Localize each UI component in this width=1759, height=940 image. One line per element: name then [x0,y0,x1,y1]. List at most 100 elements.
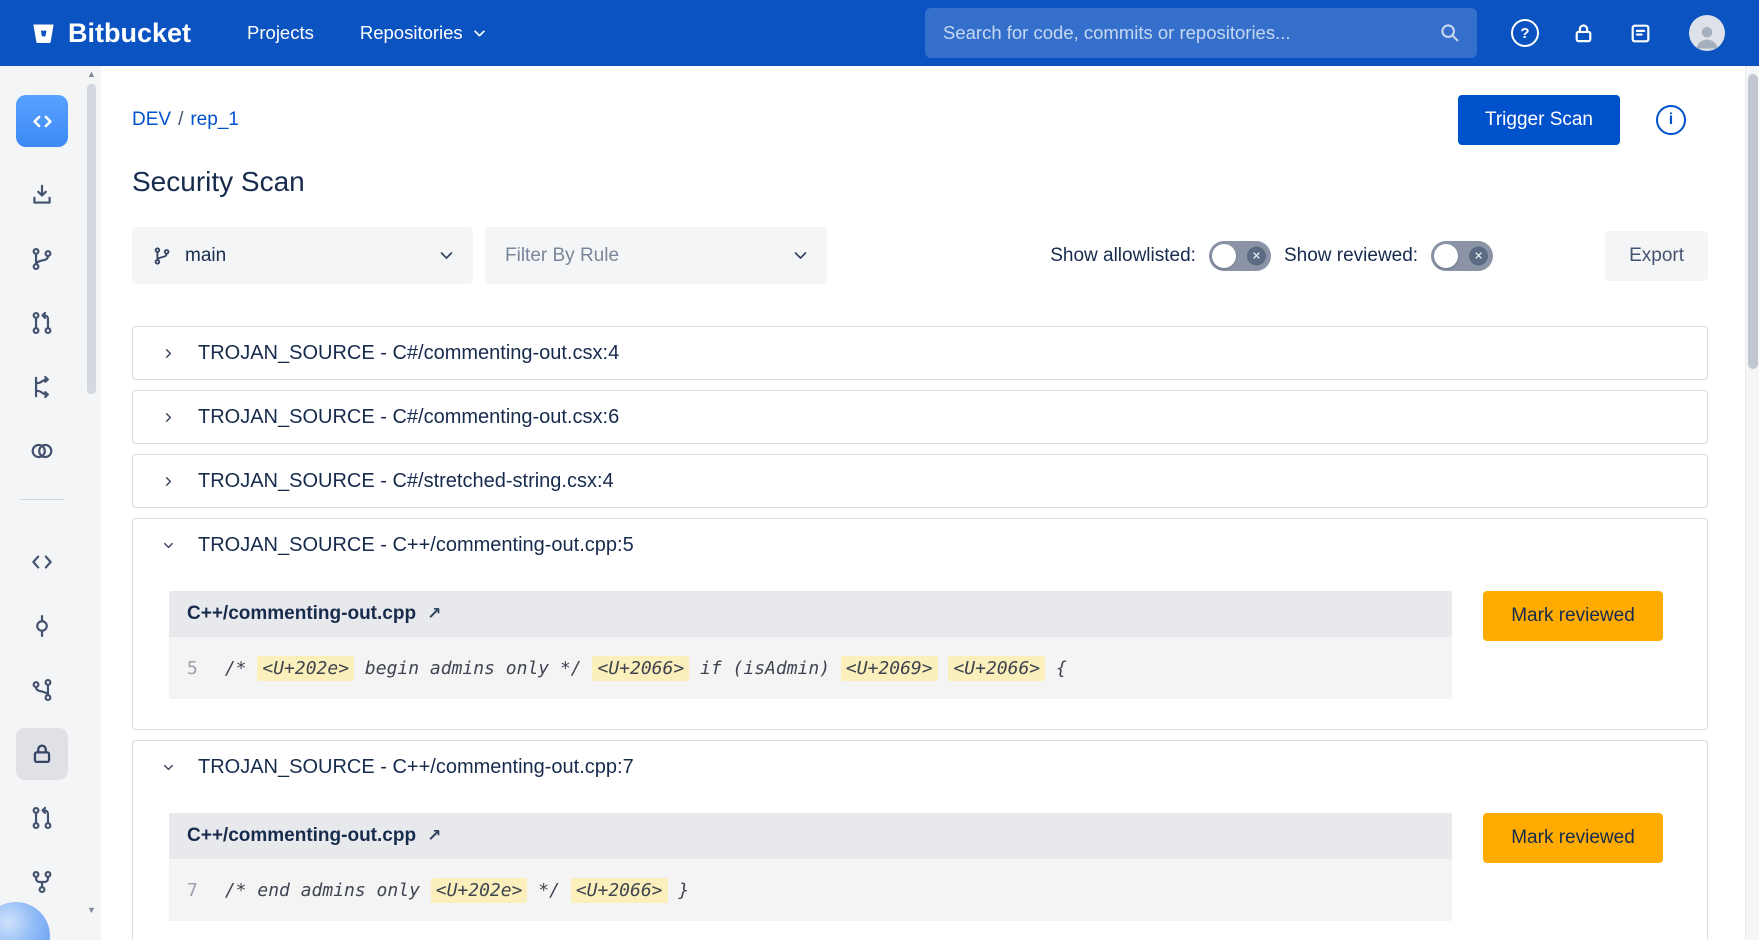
finding-toggle[interactable]: TROJAN_SOURCE - C++/commenting-out.cpp:7 [133,741,1707,793]
toggle-group: Show allowlisted: ✕ Show reviewed: ✕ [1050,241,1506,271]
line-number: 5 [187,658,198,679]
compare-icon [29,438,55,464]
code-snippet-header: C++/commenting-out.cpp ↗ [169,813,1452,859]
scroll-down-arrow[interactable]: ▼ [85,904,98,916]
pull-request-icon [29,805,55,831]
toggle-off-icon: ✕ [1469,246,1488,265]
finding-title: TROJAN_SOURCE - C++/commenting-out.cpp:5 [198,534,634,557]
finding-row: TROJAN_SOURCE - C#/commenting-out.csx:6 [132,390,1708,444]
code-line: 5 /* <U+202e> begin admins only */ <U+20… [169,637,1452,699]
export-button[interactable]: Export [1605,231,1708,281]
file-link[interactable]: C++/commenting-out.cpp [187,825,416,847]
chevron-right-icon [161,474,176,489]
nav-menu: Projects Repositories [247,22,487,44]
external-link-icon[interactable]: ↗ [427,604,441,624]
finding-toggle[interactable]: TROJAN_SOURCE - C#/stretched-string.csx:… [133,455,1707,507]
unicode-control-token: <U+2066> [571,878,668,903]
code-fragment: begin admins only */ [354,658,592,679]
global-search[interactable] [925,8,1477,58]
sidebar-divider [20,499,64,500]
info-icon[interactable]: i [1656,105,1686,135]
security-scan-page: DEV/rep_1 Trigger Scan i Security Scan m… [101,66,1745,940]
sidebar-item-source[interactable] [16,536,68,588]
branch-icon [29,246,55,272]
trigger-scan-button[interactable]: Trigger Scan [1458,95,1620,145]
sidebar-item-compare[interactable] [16,425,68,477]
unicode-control-token: <U+2066> [948,656,1045,681]
show-reviewed-toggle[interactable]: ✕ [1431,241,1493,271]
rule-filter-select[interactable]: Filter By Rule [485,227,827,284]
top-navbar: Bitbucket Projects Repositories ? [0,0,1759,66]
mark-reviewed-button[interactable]: Mark reviewed [1483,591,1663,641]
sidebar-repo-avatar[interactable] [16,95,68,147]
code-snippet-card: C++/commenting-out.cpp ↗ 7 /* end admins… [169,813,1452,921]
sidebar-item-forks[interactable] [16,856,68,908]
unicode-control-token: <U+2066> [592,656,689,681]
show-allowlisted-toggle[interactable]: ✕ [1209,241,1271,271]
source-code-icon [29,549,55,575]
scroll-up-arrow[interactable]: ▲ [85,68,98,80]
branch-selector[interactable]: main [132,227,473,284]
page-head: DEV/rep_1 Trigger Scan i [132,94,1708,146]
repo-sidebar: ▲ ▼ [0,66,101,940]
sidebar-item-clone[interactable] [16,169,68,221]
line-number: 7 [187,880,198,901]
code-snippet-header: C++/commenting-out.cpp ↗ [169,591,1452,637]
chevron-right-icon [161,346,176,361]
nav-projects[interactable]: Projects [247,22,314,44]
sidebar-item-security-scan[interactable] [16,728,68,780]
finding-toggle[interactable]: TROJAN_SOURCE - C#/commenting-out.csx:6 [133,391,1707,443]
finding-row: TROJAN_SOURCE - C#/commenting-out.csx:4 [132,326,1708,380]
bitbucket-bucket-icon [30,20,57,47]
rule-filter-placeholder: Filter By Rule [505,245,792,267]
finding-toggle[interactable]: TROJAN_SOURCE - C++/commenting-out.cpp:5 [133,519,1707,571]
chevron-down-icon [161,760,176,775]
breadcrumb-repo-link[interactable]: rep_1 [190,109,239,130]
sidebar-icon-column [0,66,84,920]
branch-icon [152,246,172,266]
page-scrollbar[interactable] [1745,66,1759,940]
toggle-off-icon: ✕ [1247,246,1266,265]
nav-repositories[interactable]: Repositories [360,22,487,44]
search-icon[interactable] [1439,22,1461,44]
sidebar-item-commits[interactable] [16,600,68,652]
bitbucket-logo[interactable]: Bitbucket [30,18,191,49]
chevron-down-icon [161,538,176,553]
finding-detail: C++/commenting-out.cpp ↗ 7 /* end admins… [133,793,1707,940]
mark-reviewed-button[interactable]: Mark reviewed [1483,813,1663,863]
feedback-icon[interactable] [1628,21,1653,46]
chevron-down-icon [472,26,487,41]
file-link[interactable]: C++/commenting-out.cpp [187,603,416,625]
chevron-down-icon [792,247,809,264]
external-link-icon[interactable]: ↗ [427,826,441,846]
page-title: Security Scan [132,165,1708,199]
code-fragment [938,658,949,679]
security-lock-icon [29,741,55,767]
lock-icon[interactable] [1571,21,1596,46]
sidebar-item-pull-requests-2[interactable] [16,792,68,844]
chevron-right-icon [161,410,176,425]
chevron-down-icon [438,247,455,264]
page-scrollbar-thumb[interactable] [1748,74,1758,369]
scan-controls: main Filter By Rule Show allowlisted: ✕ … [132,227,1708,284]
finding-title: TROJAN_SOURCE - C#/commenting-out.csx:4 [198,342,619,365]
code-fragment: */ [527,880,570,901]
code-brackets-icon [29,108,56,135]
unicode-control-token: <U+202e> [257,656,354,681]
avatar[interactable] [1689,15,1725,51]
sidebar-item-branch-graph[interactable] [16,664,68,716]
sidebar-scrollbar[interactable]: ▲ ▼ [85,68,98,916]
sidebar-scrollbar-thumb[interactable] [87,84,96,394]
help-icon[interactable]: ? [1511,19,1539,47]
branch-selector-value: main [185,245,425,267]
finding-toggle[interactable]: TROJAN_SOURCE - C#/commenting-out.csx:4 [133,327,1707,379]
code-snippet-card: C++/commenting-out.cpp ↗ 5 /* <U+202e> b… [169,591,1452,699]
search-input[interactable] [943,22,1439,44]
nav-repositories-label: Repositories [360,22,463,44]
breadcrumb-project-link[interactable]: DEV [132,109,171,130]
toggle-knob [1434,244,1458,268]
code-fragment: /* end admins only [225,880,431,901]
sidebar-item-branches[interactable] [16,233,68,285]
sidebar-item-pipelines[interactable] [16,361,68,413]
sidebar-item-pull-requests[interactable] [16,297,68,349]
